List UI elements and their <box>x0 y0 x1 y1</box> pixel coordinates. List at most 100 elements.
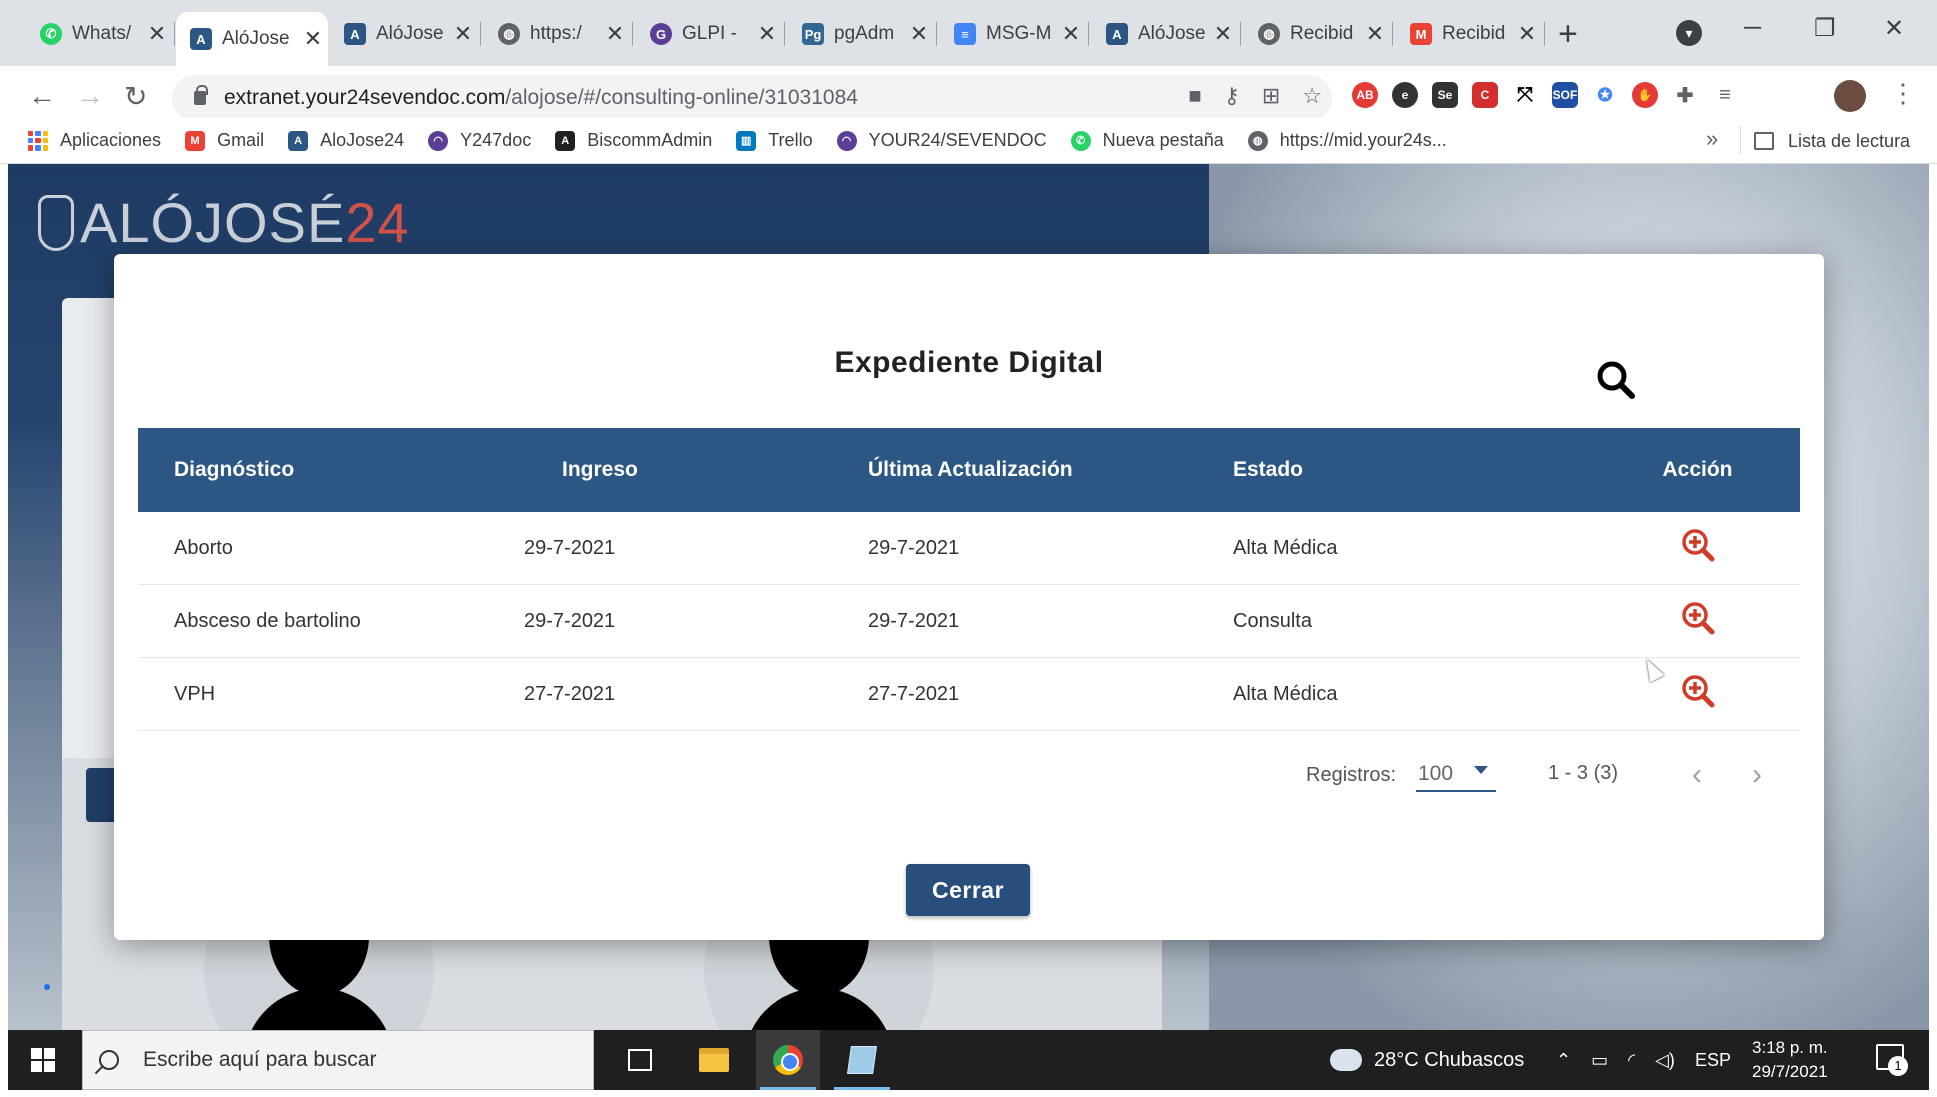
taskbar-search[interactable]: Escribe aquí para buscar <box>82 1030 594 1090</box>
tab-alojose[interactable]: A AlóJose ✕ <box>1092 12 1238 56</box>
bookmark-mid-your24s[interactable]: ◍ https://mid.your24s... <box>1247 130 1447 151</box>
tab-search-icon[interactable]: ▾ <box>1676 20 1702 46</box>
close-icon[interactable]: ✕ <box>1056 21 1086 47</box>
extension-sof-icon[interactable]: SOF <box>1552 82 1578 108</box>
caret-down-icon <box>1474 766 1488 774</box>
lock-icon <box>194 85 208 105</box>
close-icon[interactable]: ✕ <box>600 21 630 47</box>
start-button[interactable] <box>8 1030 78 1090</box>
search-icon[interactable] <box>1594 358 1638 402</box>
star-icon[interactable]: ☆ <box>1302 83 1322 109</box>
tab-separator <box>1240 22 1241 46</box>
wifi-icon[interactable]: ◜ <box>1628 1050 1635 1071</box>
speaker-icon[interactable]: ◁) <box>1655 1050 1675 1071</box>
profile-avatar[interactable] <box>1834 80 1866 112</box>
chevron-up-icon[interactable]: ⌃ <box>1556 1050 1571 1071</box>
tab-separator <box>480 22 481 46</box>
column-header-estado[interactable]: Estado <box>1233 458 1595 482</box>
tab-title: Whats/ <box>72 23 132 44</box>
omnibox-actions: ■ ⚷ ⊞ ☆ <box>1188 83 1322 109</box>
address-bar[interactable]: extranet.your24sevendoc.com/alojose/#/co… <box>172 75 1332 121</box>
weather-widget[interactable]: 28°C Chubascos <box>1330 1030 1524 1090</box>
globe-icon: ◍ <box>1258 23 1280 45</box>
bookmark-gmail[interactable]: M Gmail <box>185 130 264 151</box>
chevron-left-icon[interactable]: ‹ <box>1692 758 1702 792</box>
bookmark-your24sevendoc[interactable]: ◠ YOUR24/SEVENDOC <box>836 130 1047 151</box>
cell-ingreso: 27-7-2021 <box>524 682 616 705</box>
column-header-ultima-actualizacion[interactable]: Última Actualización <box>868 458 1233 482</box>
column-header-diagnostico[interactable]: Diagnóstico <box>138 458 498 482</box>
tab-title: AlóJose <box>222 28 290 49</box>
bookmark-alojose24[interactable]: A AloJose24 <box>288 130 404 151</box>
tab-msg[interactable]: ≡ MSG-M ✕ <box>940 12 1086 56</box>
camera-icon[interactable]: ■ <box>1188 83 1201 109</box>
bookmark-apps[interactable]: Aplicaciones <box>28 130 161 151</box>
bookmark-y247doc[interactable]: ◠ Y247doc <box>428 130 531 151</box>
tab-https[interactable]: ◍ https:/ ✕ <box>484 12 630 56</box>
chrome-taskbar-button[interactable] <box>756 1030 820 1090</box>
column-header-ingreso[interactable]: Ingreso <box>498 458 868 482</box>
language-indicator[interactable]: ESP <box>1695 1050 1731 1071</box>
more-bookmarks-icon[interactable]: » <box>1706 126 1718 152</box>
tab-title: AlóJose <box>376 23 444 44</box>
bookmark-trello[interactable]: ▥ Trello <box>736 130 813 151</box>
menu-kebab-icon[interactable]: ⋮ <box>1890 78 1916 109</box>
logo-text: ALÓJOSÉ24 <box>80 190 410 255</box>
reload-icon[interactable]: ↻ <box>124 80 147 113</box>
extension-compass-icon[interactable]: ✪ <box>1592 82 1618 108</box>
bookmark-label: BiscommAdmin <box>587 130 713 150</box>
chevron-right-icon[interactable]: › <box>1752 758 1762 792</box>
battery-icon[interactable]: ▭ <box>1591 1050 1608 1071</box>
reading-list[interactable]: Lista de lectura <box>1754 118 1910 164</box>
translate-icon[interactable]: ⊞ <box>1262 83 1280 109</box>
restore-icon[interactable]: ❐ <box>1814 14 1836 43</box>
extensions-puzzle-icon[interactable]: ✚ <box>1672 82 1698 108</box>
clock[interactable]: 3:18 p. m. 29/7/2021 <box>1752 1036 1828 1084</box>
extension-cursor-icon[interactable]: ⤧ <box>1512 82 1538 108</box>
forward-arrow-icon[interactable]: → <box>76 80 104 112</box>
window-close-icon[interactable]: ✕ <box>1884 14 1904 43</box>
key-icon[interactable]: ⚷ <box>1224 83 1240 109</box>
close-icon[interactable]: ✕ <box>752 21 782 47</box>
url-path: /alojose/#/consulting-online/31031084 <box>505 86 858 109</box>
minimize-icon[interactable]: ─ <box>1744 14 1761 42</box>
task-view-button[interactable] <box>608 1030 672 1090</box>
zoom-in-icon[interactable] <box>1680 600 1716 636</box>
globe-icon: ◍ <box>498 23 520 45</box>
close-icon[interactable]: ✕ <box>1360 21 1390 47</box>
new-tab-plus-icon[interactable]: + <box>1558 16 1578 52</box>
bookmark-nueva-pestana[interactable]: ✆ Nueva pestaña <box>1070 130 1224 151</box>
file-explorer-button[interactable] <box>682 1030 746 1090</box>
close-icon[interactable]: ✕ <box>1208 21 1238 47</box>
extension-ab-icon[interactable]: AB <box>1352 82 1378 108</box>
tab-alojose[interactable]: A AlóJose ✕ <box>330 12 478 56</box>
notepad-taskbar-button[interactable] <box>830 1030 894 1090</box>
extension-c-icon[interactable]: C <box>1472 82 1498 108</box>
close-icon[interactable]: ✕ <box>142 21 172 47</box>
zoom-in-icon[interactable] <box>1680 527 1716 563</box>
extension-e-icon[interactable]: e <box>1392 82 1418 108</box>
tab-whatsapp[interactable]: ✆ Whats/ ✕ <box>26 12 172 56</box>
close-icon[interactable]: ✕ <box>1512 21 1542 47</box>
extension-adblock-icon[interactable]: ✋ <box>1632 82 1658 108</box>
media-queue-icon[interactable]: ≡ <box>1712 82 1738 108</box>
tab-title: https:/ <box>530 23 582 44</box>
tab-glpi[interactable]: G GLPI - ✕ <box>636 12 782 56</box>
tab-gmail[interactable]: M Recibid ✕ <box>1396 12 1542 56</box>
table-header: Diagnóstico Ingreso Última Actualización… <box>138 428 1800 512</box>
tab-title: Recibid <box>1290 23 1354 44</box>
back-arrow-icon[interactable]: ← <box>28 80 56 112</box>
zoom-in-icon[interactable] <box>1680 673 1716 709</box>
extension-se-icon[interactable]: Se <box>1432 82 1458 108</box>
tab-recibido[interactable]: ◍ Recibid ✕ <box>1244 12 1390 56</box>
y247-icon: ◠ <box>428 130 449 151</box>
close-icon[interactable]: ✕ <box>298 26 328 52</box>
tab-alojose-active[interactable]: A AlóJose ✕ <box>176 12 328 66</box>
registros-select[interactable]: 100 <box>1416 758 1496 792</box>
close-icon[interactable]: ✕ <box>904 21 934 47</box>
close-button[interactable]: Cerrar <box>906 864 1030 916</box>
cell-estado: Alta Médica <box>1233 682 1338 705</box>
bookmark-biscommadmin[interactable]: A BiscommAdmin <box>555 130 712 151</box>
tab-pgadmin[interactable]: Pg pgAdm ✕ <box>788 12 934 56</box>
close-icon[interactable]: ✕ <box>448 21 478 47</box>
